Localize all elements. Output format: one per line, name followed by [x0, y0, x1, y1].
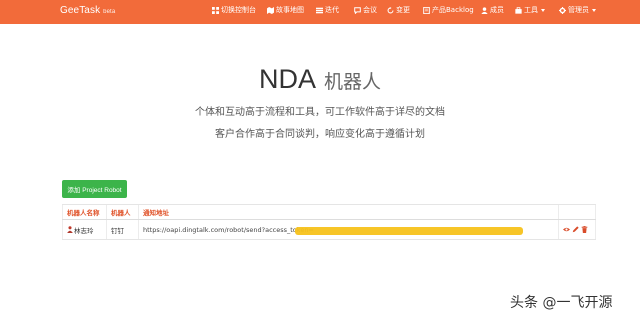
nav-change[interactable]: 变更	[387, 7, 410, 14]
list-icon	[316, 7, 323, 14]
refresh-icon	[387, 7, 394, 14]
actions-cell	[558, 220, 596, 239]
page-title: NDA 机器人	[0, 64, 640, 95]
table-header: 机器人名称 机器人 通知地址	[62, 204, 596, 220]
nav-label: 产品Backlog	[432, 6, 474, 14]
nav-label: 故事地图	[276, 6, 304, 14]
gear-icon	[559, 7, 566, 14]
chevron-down-icon	[592, 9, 596, 12]
chevron-down-icon	[541, 9, 545, 12]
eye-icon[interactable]	[563, 226, 570, 233]
robot-url: https://oapi.dingtalk.com/robot/send?acc…	[143, 225, 314, 234]
chat-icon	[354, 7, 361, 14]
nav-product-backlog[interactable]: 产品Backlog	[423, 7, 474, 14]
nav-switch-console[interactable]: 切换控制台	[212, 7, 256, 14]
nav-label: 成员	[490, 6, 504, 14]
column-header-name: 机器人名称	[62, 205, 106, 219]
brand-name: GeeTask	[60, 5, 101, 16]
robot-type: 钉钉	[106, 220, 138, 239]
watermark: 头条 @一飞开源	[510, 295, 613, 311]
nav-label: 工具	[524, 6, 538, 14]
page-title-sub: 机器人	[324, 71, 382, 93]
column-header-robot: 机器人	[106, 205, 138, 219]
briefcase-icon	[515, 7, 522, 14]
top-navbar: GeeTask beta 切换控制台 故事地图 迭代 会议 变更 产品Backlo…	[0, 0, 640, 24]
nav-admin-dropdown[interactable]: 管理员	[559, 7, 596, 14]
nav-iteration[interactable]: 迭代	[316, 7, 339, 14]
add-project-robot-button[interactable]: 添加 Project Robot	[62, 180, 127, 198]
robot-table: 机器人名称 机器人 通知地址 林志玲 钉钉 https://oapi.dingt…	[62, 204, 596, 240]
motto-line-1: 个体和互动高于流程和工具，可工作软件高于详尽的文档	[195, 107, 445, 118]
dashboard-icon	[212, 7, 219, 14]
redaction-mark	[295, 226, 523, 235]
book-icon	[423, 7, 430, 14]
trash-icon[interactable]	[581, 226, 588, 233]
brand-logo[interactable]: GeeTask beta	[60, 5, 115, 16]
map-icon	[267, 7, 274, 14]
robot-name: 林志玲	[74, 226, 94, 235]
motto-line-2: 客户合作高于合同谈判，响应变化高于遵循计划	[215, 129, 425, 140]
nav-members[interactable]: 成员	[481, 7, 504, 14]
user-icon	[481, 7, 488, 14]
column-header-url: 通知地址	[138, 205, 558, 219]
nav-label: 管理员	[568, 6, 589, 14]
page-title-main: NDA	[258, 64, 316, 94]
nav-label: 迭代	[325, 6, 339, 14]
nav-label: 会议	[363, 6, 377, 14]
nav-tools-dropdown[interactable]: 工具	[515, 7, 545, 14]
nav-story-map[interactable]: 故事地图	[267, 7, 304, 14]
user-icon	[67, 226, 73, 233]
nav-label: 切换控制台	[221, 6, 256, 14]
column-header-actions	[558, 205, 596, 219]
table-row: 林志玲 钉钉 https://oapi.dingtalk.com/robot/s…	[62, 220, 596, 240]
pencil-icon[interactable]	[572, 226, 579, 233]
robot-name-cell: 林志玲	[62, 220, 106, 239]
brand-badge: beta	[103, 9, 116, 15]
robot-url-cell: https://oapi.dingtalk.com/robot/send?acc…	[138, 220, 558, 239]
nav-meeting[interactable]: 会议	[354, 7, 377, 14]
nav-label: 变更	[396, 6, 410, 14]
